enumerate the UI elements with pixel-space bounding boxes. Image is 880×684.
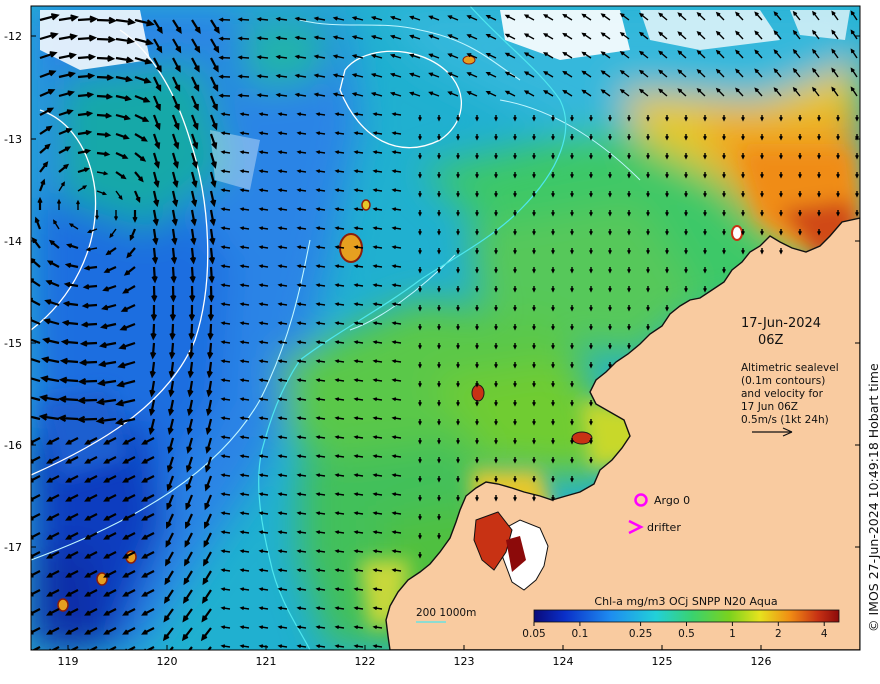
lon-tick-label: 124 [553, 655, 574, 668]
lat-tick-label: -12 [4, 30, 22, 43]
lat-tick-label: -17 [4, 541, 22, 554]
colorbar-tick-label: 0.05 [522, 628, 545, 640]
colorbar-tick-label: 0.5 [678, 628, 695, 640]
lon-tick-label: 120 [157, 655, 178, 668]
argo-label: Argo 0 [654, 494, 690, 507]
drifter-label: drifter [647, 521, 681, 534]
lat-tick-label: -13 [4, 133, 22, 146]
lon-tick-label: 123 [454, 655, 475, 668]
colorbar-tick-label: 0.1 [572, 628, 589, 640]
legend-line: Altimetric sealevel [741, 362, 839, 374]
lon-tick-label: 125 [652, 655, 673, 668]
date-line-1: 17-Jun-2024 [741, 316, 821, 331]
bathy-label: 200 1000m [416, 607, 476, 619]
chlorophyll-field [31, 6, 860, 650]
legend-line: 17 Jun 06Z [741, 401, 798, 413]
lon-tick-label: 126 [751, 655, 772, 668]
legend-line: 0.5m/s (1kt 24h) [741, 414, 829, 426]
legend-line: and velocity for [741, 388, 824, 400]
colorbar-tick-label: 0.25 [629, 628, 652, 640]
map-figure: -12 -13 -14 -15 -16 -17 119 120 121 122 … [0, 0, 880, 680]
colorbar-title: Chl-a mg/m3 OCj SNPP N20 Aqua [594, 595, 777, 608]
lat-tick-label: -16 [4, 439, 22, 452]
colorbar-tick-label: 4 [821, 628, 828, 640]
lat-tick-label: -15 [4, 337, 22, 350]
velocity-arrow [132, 210, 138, 223]
lat-tick-label: -14 [4, 235, 22, 248]
legend-line: (0.1m contours) [741, 375, 825, 387]
colorbar-tick-label: 2 [775, 628, 782, 640]
colorbar-tick-label: 1 [729, 628, 736, 640]
lon-tick-label: 121 [256, 655, 277, 668]
lon-tick-label: 119 [58, 655, 79, 668]
date-line-2: 06Z [758, 333, 784, 348]
lon-tick-label: 122 [355, 655, 376, 668]
copyright-text: © IMOS 27-Jun-2024 10:49:18 Hobart time [866, 363, 880, 632]
